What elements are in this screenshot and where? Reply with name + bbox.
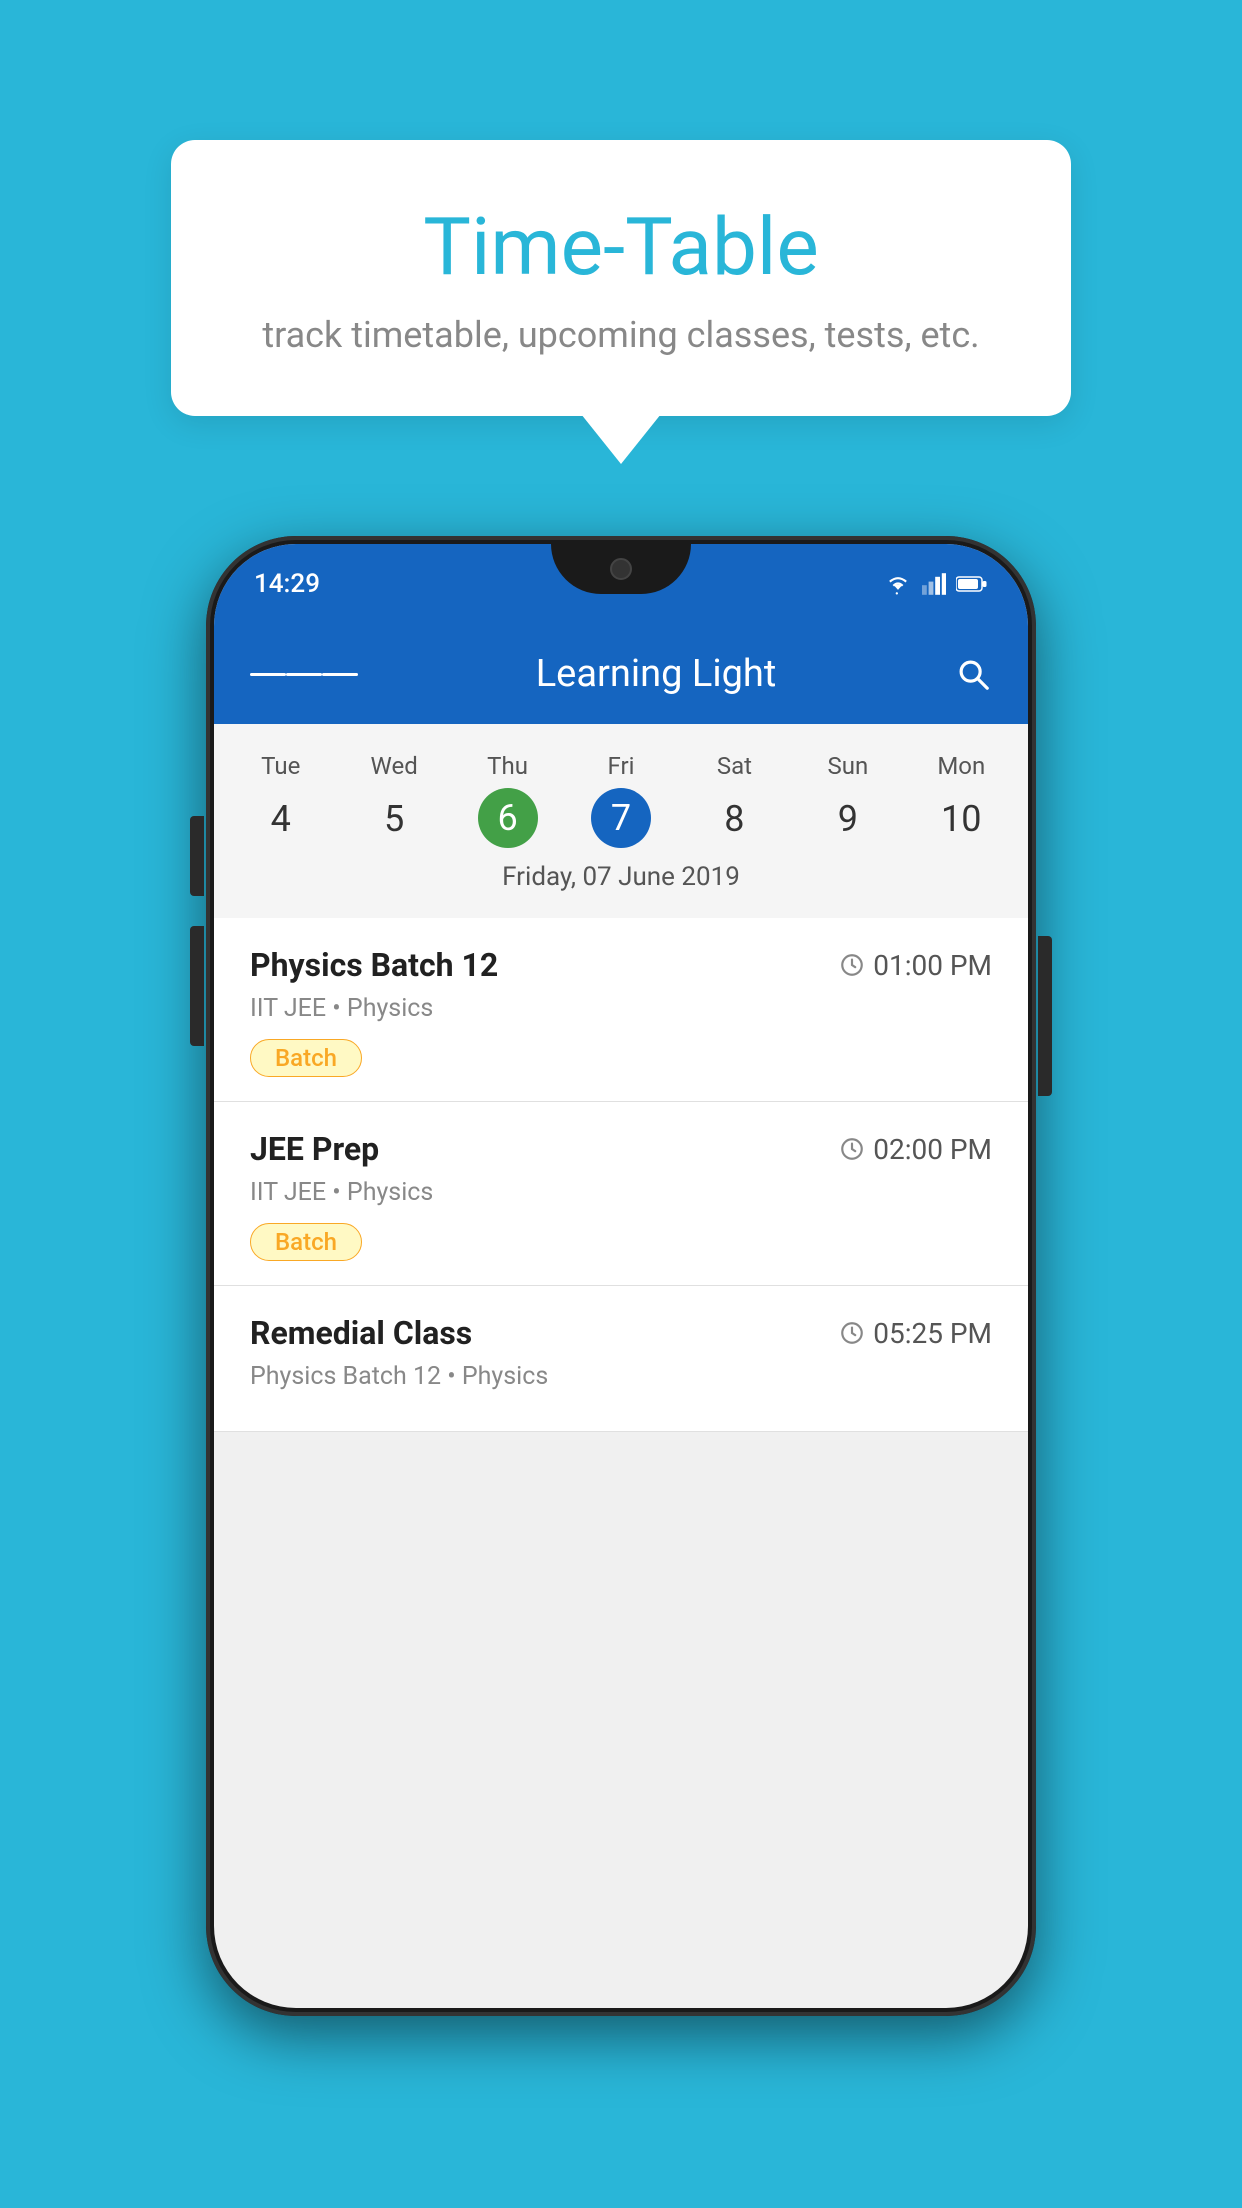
class-name: Physics Batch 12	[250, 946, 498, 984]
day-label-sun: Sun	[791, 744, 904, 788]
day-4[interactable]: 4	[224, 788, 337, 850]
tooltip-title: Time-Table	[251, 200, 991, 294]
day-6-today[interactable]: 6	[478, 788, 538, 848]
status-icons	[884, 573, 988, 595]
menu-button[interactable]	[250, 668, 358, 681]
class-item-remedial[interactable]: Remedial Class 05:25 PM Physics Batch 12…	[214, 1286, 1028, 1432]
class-item-top: Physics Batch 12 01:00 PM	[250, 946, 992, 984]
class-time: 05:25 PM	[839, 1317, 992, 1350]
day-numbers: 4 5 6 7 8 9 10	[214, 788, 1028, 850]
volume-up-button	[190, 816, 204, 896]
class-item-top: JEE Prep 02:00 PM	[250, 1130, 992, 1168]
camera-dot	[610, 558, 632, 580]
day-8[interactable]: 8	[678, 788, 791, 850]
time-text: 01:00 PM	[873, 949, 992, 982]
day-label-thu: Thu	[451, 744, 564, 788]
search-button[interactable]	[954, 655, 992, 693]
day-labels: Tue Wed Thu Fri Sat Sun Mon	[214, 744, 1028, 788]
class-meta: IIT JEE • Physics	[250, 1178, 992, 1207]
day-5[interactable]: 5	[337, 788, 450, 850]
batch-badge: Batch	[250, 1223, 362, 1261]
calendar-strip: Tue Wed Thu Fri Sat Sun Mon 4 5 6 7 8 9 …	[214, 724, 1028, 918]
day-label-tue: Tue	[224, 744, 337, 788]
tooltip-card: Time-Table track timetable, upcoming cla…	[171, 140, 1071, 416]
class-time: 01:00 PM	[839, 949, 992, 982]
wifi-icon	[884, 573, 912, 595]
class-item-jee-prep[interactable]: JEE Prep 02:00 PM IIT JEE • Physics Batc…	[214, 1102, 1028, 1286]
class-time: 02:00 PM	[839, 1133, 992, 1166]
class-name: Remedial Class	[250, 1314, 472, 1352]
status-time: 14:29	[254, 569, 320, 599]
class-item-top: Remedial Class 05:25 PM	[250, 1314, 992, 1352]
day-label-sat: Sat	[678, 744, 791, 788]
notch	[551, 544, 691, 594]
clock-icon	[839, 1136, 865, 1162]
app-title: Learning Light	[388, 652, 924, 696]
class-item-physics-batch-12[interactable]: Physics Batch 12 01:00 PM IIT JEE • Phys…	[214, 918, 1028, 1102]
class-meta: IIT JEE • Physics	[250, 994, 992, 1023]
day-9[interactable]: 9	[791, 788, 904, 850]
search-icon	[954, 655, 992, 693]
class-list: Physics Batch 12 01:00 PM IIT JEE • Phys…	[214, 918, 1028, 1432]
time-text: 02:00 PM	[873, 1133, 992, 1166]
day-7-selected[interactable]: 7	[591, 788, 651, 848]
day-label-mon: Mon	[905, 744, 1018, 788]
app-bar: Learning Light	[214, 624, 1028, 724]
clock-icon	[839, 1320, 865, 1346]
day-label-wed: Wed	[337, 744, 450, 788]
day-10[interactable]: 10	[905, 788, 1018, 850]
battery-icon	[956, 575, 988, 593]
class-meta: Physics Batch 12 • Physics	[250, 1362, 992, 1391]
tooltip-subtitle: track timetable, upcoming classes, tests…	[251, 314, 991, 356]
phone-screen: 14:29	[214, 544, 1028, 2008]
volume-down-button	[190, 926, 204, 1046]
status-bar: 14:29	[214, 544, 1028, 624]
signal-icon	[922, 573, 946, 595]
selected-date-label: Friday, 07 June 2019	[214, 850, 1028, 908]
time-text: 05:25 PM	[873, 1317, 992, 1350]
batch-badge: Batch	[250, 1039, 362, 1077]
class-name: JEE Prep	[250, 1130, 379, 1168]
day-label-fri: Fri	[564, 744, 677, 788]
clock-icon	[839, 952, 865, 978]
phone-shell: 14:29	[206, 536, 1036, 2016]
power-button	[1038, 936, 1052, 1096]
phone-mockup: 14:29	[206, 536, 1036, 2016]
